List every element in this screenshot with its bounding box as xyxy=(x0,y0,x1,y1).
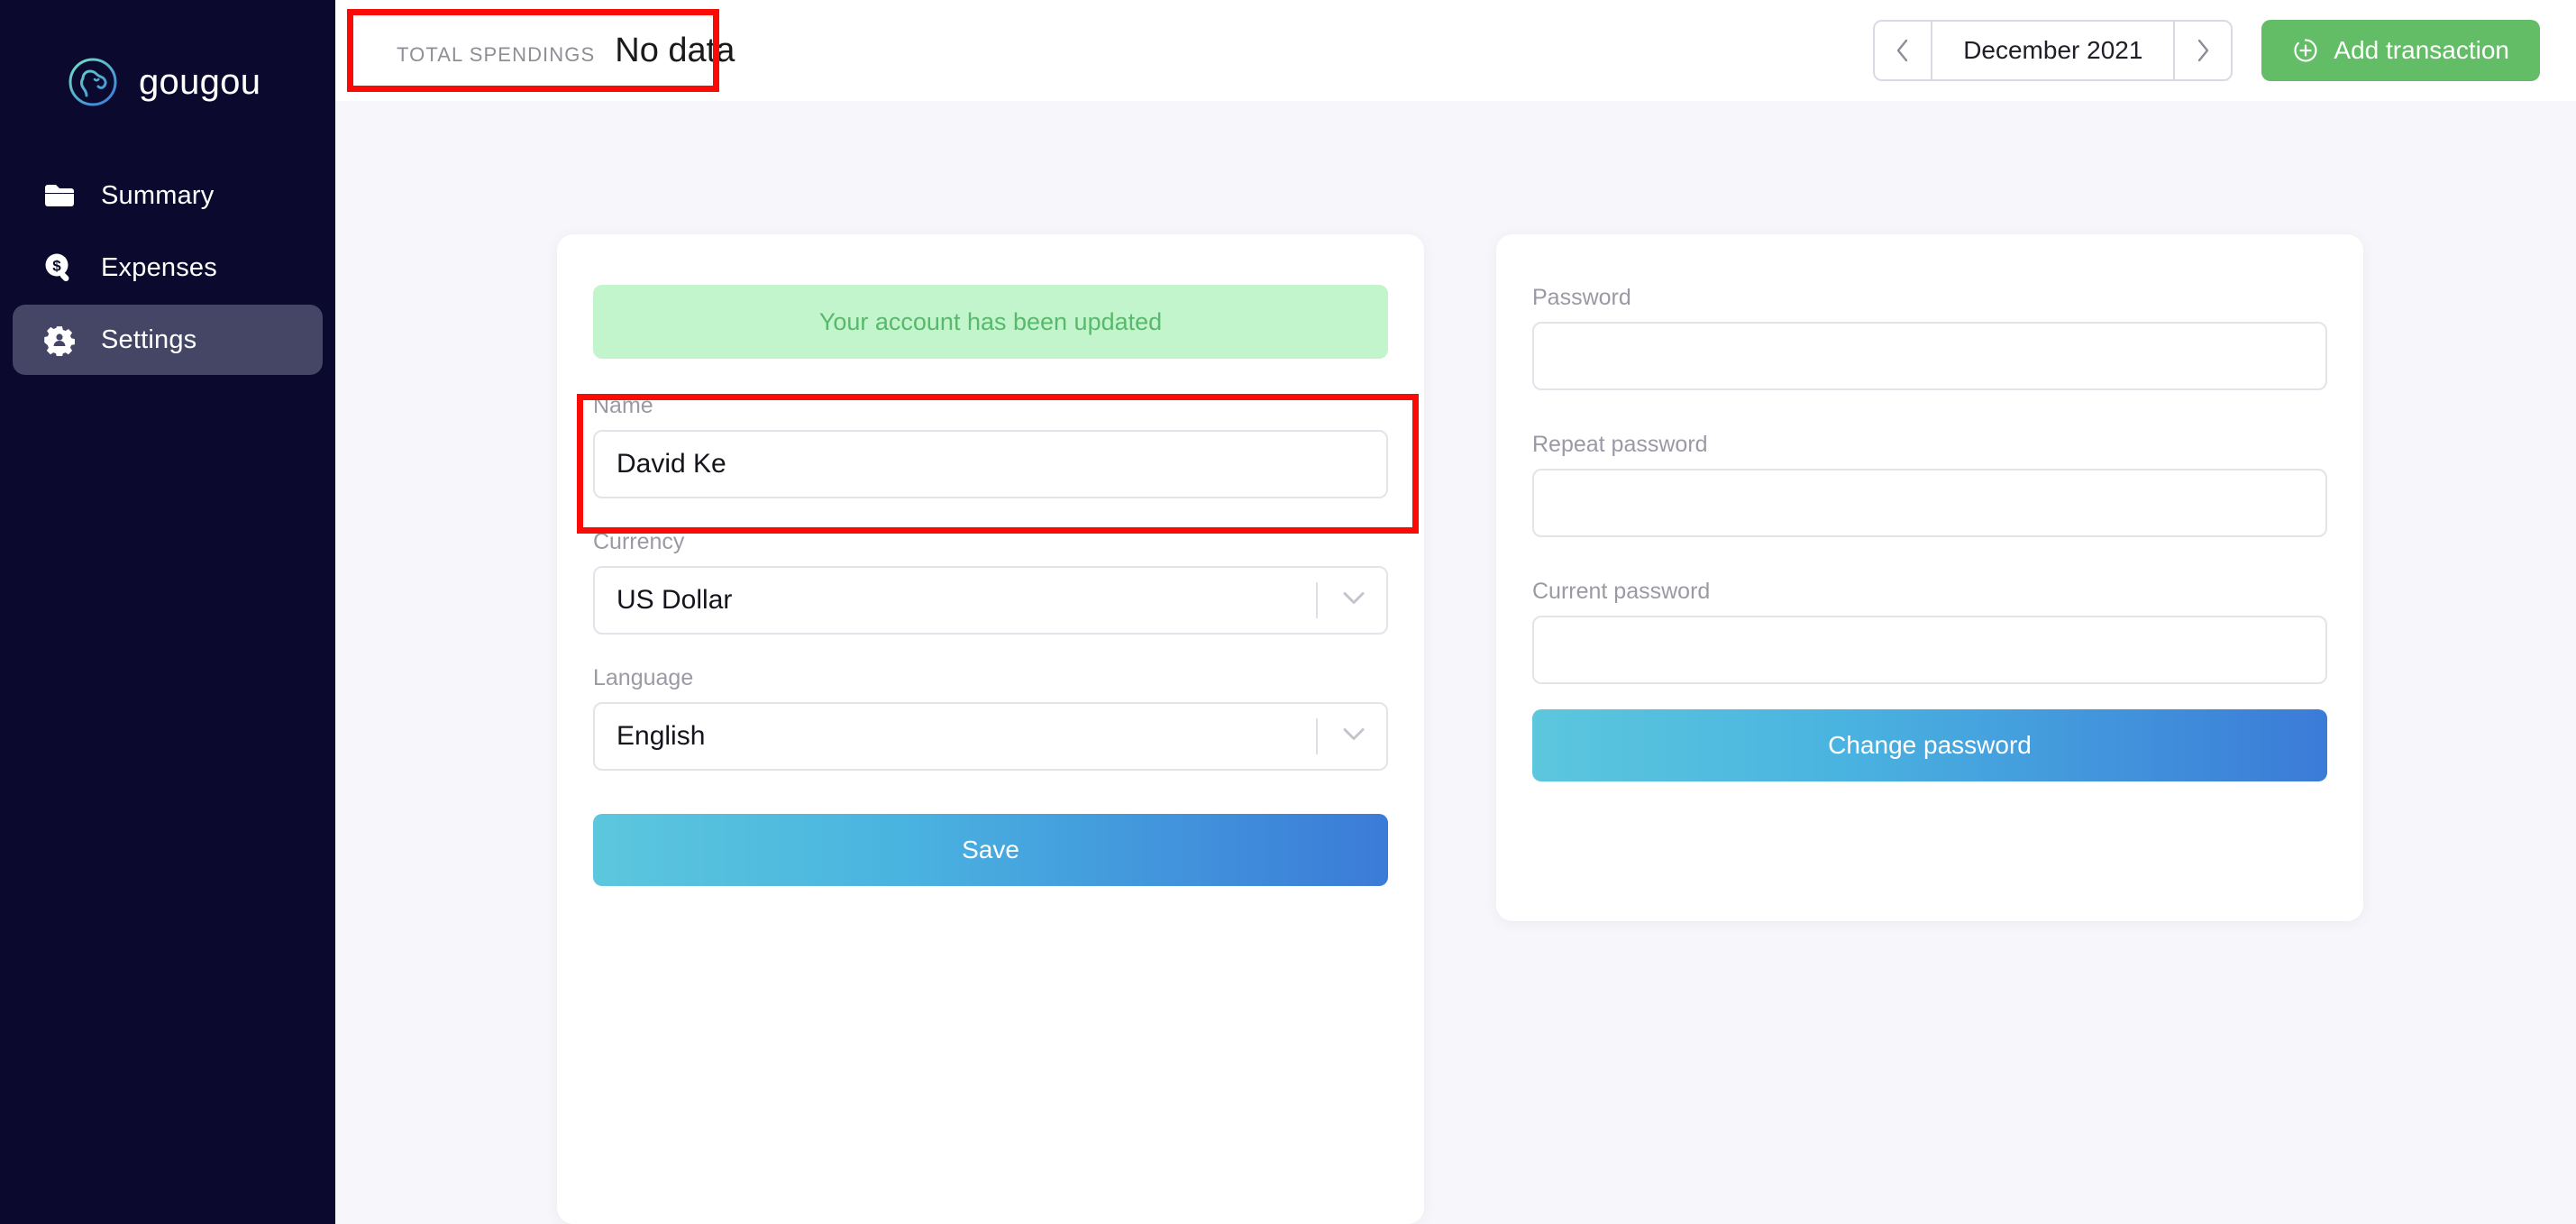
account-updated-alert: Your account has been updated xyxy=(593,285,1388,359)
currency-select-wrapper xyxy=(593,566,1388,635)
date-navigator: December 2021 xyxy=(1873,20,2233,81)
language-label: Language xyxy=(593,665,694,690)
folder-icon xyxy=(41,178,78,214)
repeat-password-input[interactable] xyxy=(1532,469,2327,537)
sidebar-item-label: Summary xyxy=(101,180,215,210)
save-button[interactable]: Save xyxy=(593,814,1388,886)
sidebar-item-expenses[interactable]: $ Expenses xyxy=(13,233,323,303)
chevron-left-icon xyxy=(1895,38,1911,63)
currency-label: Currency xyxy=(593,529,685,554)
current-password-label: Current password xyxy=(1532,579,1711,604)
add-transaction-button[interactable]: Add transaction xyxy=(2261,20,2540,81)
plus-circle-icon xyxy=(2292,37,2319,64)
sidebar-item-label: Settings xyxy=(101,324,197,354)
topbar: TOTAL SPENDINGS No data December 2021 Ad… xyxy=(335,0,2576,101)
current-month-label[interactable]: December 2021 xyxy=(1931,22,2176,79)
add-transaction-label: Add transaction xyxy=(2334,36,2509,64)
name-input[interactable] xyxy=(593,430,1388,498)
language-field-group: Language xyxy=(593,665,1388,771)
sidebar-item-settings[interactable]: Settings xyxy=(13,305,323,375)
change-password-card: Password Repeat password Current passwor… xyxy=(1496,234,2363,921)
repeat-password-label: Repeat password xyxy=(1532,432,1708,457)
password-label: Password xyxy=(1532,285,1631,310)
currency-field-group: Currency xyxy=(593,529,1388,635)
dog-circle-logo-icon xyxy=(65,54,121,110)
brand: gougou xyxy=(0,0,335,117)
password-field-group: Password xyxy=(1532,285,2327,390)
password-input[interactable] xyxy=(1532,322,2327,390)
current-password-field-group: Current password xyxy=(1532,579,2327,684)
main-area: TOTAL SPENDINGS No data December 2021 Ad… xyxy=(335,0,2576,1224)
total-spendings-value: No data xyxy=(615,31,735,69)
sidebar: gougou Summary $ Expenses Settings xyxy=(0,0,335,1224)
topbar-right: December 2021 Add transaction xyxy=(1873,20,2540,81)
current-password-input[interactable] xyxy=(1532,616,2327,684)
sidebar-nav: Summary $ Expenses Settings xyxy=(0,160,335,375)
chevron-right-icon xyxy=(2195,38,2211,63)
gear-person-icon xyxy=(41,322,78,358)
settings-content: Your account has been updated Name Curre… xyxy=(335,101,2576,1224)
brand-name: gougou xyxy=(139,61,261,102)
prev-month-button[interactable] xyxy=(1875,22,1932,79)
language-select[interactable] xyxy=(593,702,1388,771)
svg-text:$: $ xyxy=(52,258,61,275)
change-password-button[interactable]: Change password xyxy=(1532,709,2327,781)
total-spendings: TOTAL SPENDINGS No data xyxy=(371,32,735,70)
next-month-button[interactable] xyxy=(2175,22,2232,79)
repeat-password-field-group: Repeat password xyxy=(1532,432,2327,537)
language-select-wrapper xyxy=(593,702,1388,771)
currency-select[interactable] xyxy=(593,566,1388,635)
sidebar-item-summary[interactable]: Summary xyxy=(13,160,323,231)
app-root: gougou Summary $ Expenses Settings TOTAL… xyxy=(0,0,2576,1224)
dollar-search-icon: $ xyxy=(41,250,78,286)
name-field-group: Name xyxy=(593,393,1388,498)
total-spendings-label: TOTAL SPENDINGS xyxy=(397,42,596,66)
sidebar-item-label: Expenses xyxy=(101,252,217,282)
account-settings-card: Your account has been updated Name Curre… xyxy=(557,234,1424,1224)
name-label: Name xyxy=(593,393,653,418)
